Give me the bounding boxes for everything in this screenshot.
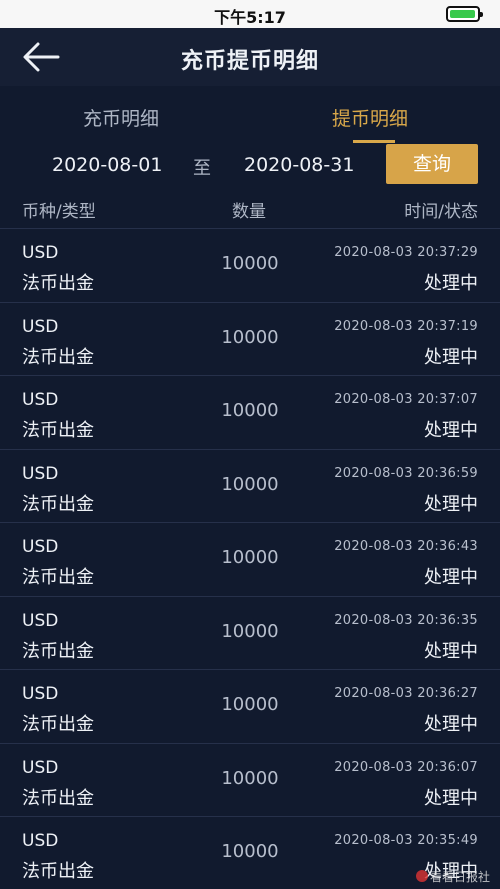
record-time: 2020-08-03 20:35:49: [334, 833, 478, 848]
record-time: 2020-08-03 20:36:59: [334, 465, 478, 481]
record-status: 处理中: [424, 493, 478, 515]
record-currency: USD: [22, 243, 59, 263]
record-type: 法币出金: [22, 861, 94, 882]
record-time: 2020-08-03 20:36:35: [334, 612, 478, 628]
record-amount: 10000: [221, 326, 279, 348]
start-date-field[interactable]: 2020-08-01: [52, 154, 162, 176]
record-row[interactable]: USD 法币出金 10000 2020-08-03 20:36:27 处理中: [0, 669, 500, 743]
tab-bar: 充币明细 提币明细: [0, 86, 500, 144]
record-row[interactable]: USD 法币出金 10000 2020-08-03 20:37:07 处理中: [0, 375, 500, 449]
record-time: 2020-08-03 20:37:29: [334, 245, 478, 260]
date-separator: 至: [193, 158, 211, 179]
end-date-field[interactable]: 2020-08-31: [244, 154, 354, 176]
record-amount: 10000: [221, 620, 279, 642]
record-time: 2020-08-03 20:36:07: [334, 759, 478, 775]
record-row[interactable]: USD 法币出金 10000 2020-08-03 20:37:19 处理中: [0, 301, 500, 376]
record-amount: 10000: [221, 473, 279, 495]
record-row[interactable]: USD 法币出金 10000 2020-08-03 20:37:29 处理中: [0, 228, 500, 302]
date-filter: 2020-08-01 至 2020-08-31 查询: [0, 144, 500, 186]
query-button[interactable]: 查询: [386, 144, 478, 184]
record-status: 处理中: [424, 787, 478, 809]
status-time: 下午5:17: [214, 8, 286, 27]
record-currency: USD: [22, 831, 59, 851]
battery-icon: [446, 6, 483, 22]
record-type: 法币出金: [22, 493, 94, 515]
record-status: 处理中: [424, 567, 478, 588]
record-time: 2020-08-03 20:36:27: [334, 686, 478, 701]
column-header-time-status: 时间/状态: [404, 202, 478, 222]
record-row[interactable]: USD 法币出金 10000 2020-08-03 20:36:35 处理中: [0, 595, 500, 670]
record-status: 处理中: [424, 714, 478, 735]
record-amount: 10000: [221, 841, 279, 862]
record-status: 处理中: [424, 273, 478, 294]
record-type: 法币出金: [22, 273, 94, 294]
record-currency: USD: [22, 390, 59, 410]
record-currency: USD: [22, 463, 59, 484]
watermark: 看看日报社: [415, 868, 490, 885]
record-row[interactable]: USD 法币出金 10000 2020-08-03 20:36:59 处理中: [0, 448, 500, 523]
record-type: 法币出金: [22, 567, 94, 588]
battery-fill: [450, 10, 475, 18]
record-status: 处理中: [424, 420, 478, 441]
watermark-logo-icon: [415, 870, 428, 882]
active-tab-indicator: [353, 140, 395, 143]
record-type: 法币出金: [22, 346, 94, 368]
record-type: 法币出金: [22, 640, 94, 662]
record-amount: 10000: [221, 694, 279, 715]
record-time: 2020-08-03 20:36:43: [334, 539, 478, 554]
record-amount: 10000: [221, 253, 279, 274]
record-currency: USD: [22, 610, 59, 631]
record-amount: 10000: [221, 547, 279, 568]
column-header-currency-type: 币种/类型: [22, 202, 96, 222]
record-type: 法币出金: [22, 420, 94, 441]
header: 充币提币明细: [0, 28, 500, 86]
record-list: USD 法币出金 10000 2020-08-03 20:37:29 处理中 USD 法币出…: [0, 228, 500, 889]
record-amount: 10000: [221, 767, 279, 789]
record-time: 2020-08-03 20:37:19: [334, 318, 478, 334]
watermark-text: 看看日报社: [429, 870, 490, 884]
record-status: 处理中: [424, 346, 478, 368]
column-header-amount: 数量: [232, 202, 266, 222]
record-row[interactable]: USD 法币出金 10000 2020-08-03 20:36:07 处理中: [0, 742, 500, 817]
page-title: 充币提币明细: [180, 49, 319, 74]
record-row[interactable]: USD 法币出金 10000 2020-08-03 20:36:43 处理中: [0, 522, 500, 596]
tab-deposit-details[interactable]: 充币明细: [83, 104, 159, 131]
record-type: 法币出金: [22, 714, 94, 735]
record-currency: USD: [22, 757, 59, 778]
status-bar: 下午5:17: [0, 0, 500, 28]
record-type: 法币出金: [22, 787, 94, 809]
tab-withdraw-details[interactable]: 提币明细: [332, 104, 408, 131]
record-currency: USD: [22, 537, 59, 557]
record-currency: USD: [22, 316, 59, 337]
record-status: 处理中: [424, 640, 478, 662]
record-amount: 10000: [221, 400, 279, 421]
record-currency: USD: [22, 684, 59, 704]
record-time: 2020-08-03 20:37:07: [334, 392, 478, 407]
